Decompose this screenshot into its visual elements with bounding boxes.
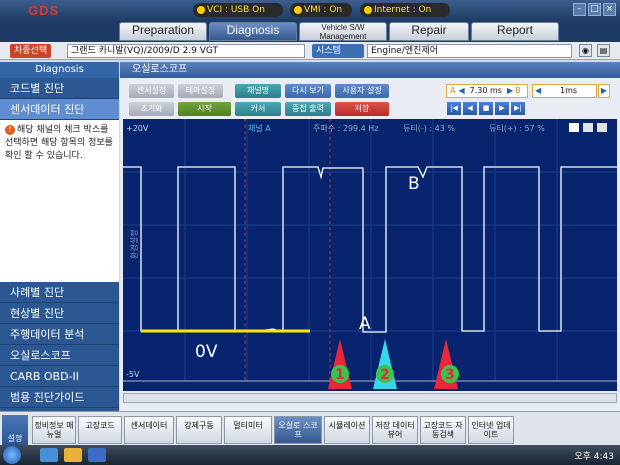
- sidebar-item-symptom[interactable]: 현상별 진단: [0, 303, 119, 324]
- title-bar: GDS VCI : USB On VMI : On Internet : On …: [0, 0, 620, 20]
- print-icon[interactable]: ▤: [597, 44, 610, 57]
- time-div-field[interactable]: ◀ 1ms: [532, 84, 597, 98]
- vmi-status: VMI : On: [290, 3, 352, 17]
- system-field[interactable]: Engine/엔진제어: [367, 44, 572, 58]
- scope-option-icon-3[interactable]: [597, 123, 607, 132]
- stop-icon[interactable]: ■: [479, 102, 493, 115]
- overlay-print-button[interactable]: 중첩 출력: [285, 102, 331, 116]
- simulation-button[interactable]: 시뮬레이션: [324, 416, 370, 444]
- duty-minus-readout: 듀티(-) : 43 %: [403, 124, 455, 133]
- scope-display[interactable]: +20V -5V 채널 A 주파수 : 299.4 Hz 듀티(-) : 43 …: [123, 119, 617, 391]
- duty-plus-readout: 듀티(+) : 57 %: [489, 124, 545, 133]
- last-frame-icon[interactable]: ▶|: [511, 102, 525, 115]
- tab-report[interactable]: Report: [471, 22, 559, 41]
- reset-button[interactable]: 초기화: [129, 102, 174, 116]
- marker-2-label: 2: [380, 367, 390, 383]
- top-voltage-label: +20V: [126, 124, 149, 133]
- y-axis-label: 환경설정: [129, 230, 139, 259]
- sidebar-info-text: 해당 채널의 체크 박스를 선택하면 해당 항목의 정보를 확인 할 수 있습니…: [5, 125, 113, 161]
- ie-icon[interactable]: [40, 448, 58, 462]
- info-icon: !: [5, 125, 15, 135]
- scope-option-icon-2[interactable]: [583, 123, 593, 132]
- cursor-button[interactable]: 커서: [235, 102, 281, 116]
- sidebar-item-oscilloscope[interactable]: 오실로스코프: [0, 345, 119, 366]
- annotation-0v: 0V: [195, 342, 218, 362]
- theme-setting-button[interactable]: 테마설정: [178, 84, 223, 98]
- main-nav: Preparation Diagnosis Vehicle S/W Manage…: [0, 20, 620, 60]
- cursor-time-field[interactable]: A ◀ 7.30 ms ▶ B: [446, 84, 528, 98]
- annotation-b: B: [408, 174, 420, 194]
- minimize-icon[interactable]: –: [573, 3, 586, 16]
- sidebar-item-sensor-data[interactable]: 센서데이터 진단: [0, 99, 119, 120]
- vehicle-field[interactable]: 그랜드 카니발(VQ)/2009/D 2.9 VGT: [67, 44, 305, 58]
- time-div-next-icon[interactable]: ▶: [598, 84, 610, 98]
- horizontal-scrollbar[interactable]: [123, 393, 617, 403]
- close-icon[interactable]: ×: [603, 3, 616, 16]
- replay-button[interactable]: 다시 보기: [285, 84, 331, 98]
- windows-taskbar: 오후 4:43: [0, 445, 620, 465]
- scope-svg: +20V -5V 채널 A 주파수 : 299.4 Hz 듀티(-) : 43 …: [123, 119, 617, 389]
- start-button[interactable]: 시작: [178, 102, 231, 116]
- vehicle-row: 차종선택 그랜드 카니발(VQ)/2009/D 2.9 VGT 시스템 Engi…: [0, 42, 620, 60]
- vci-status: VCI : USB On: [193, 3, 283, 17]
- cursor-time: 7.30 ms: [469, 86, 502, 95]
- system-button[interactable]: 시스템: [312, 44, 364, 58]
- cursor-a-arrow-icon: ◀: [458, 86, 465, 95]
- sidebar-item-code[interactable]: 코드별 진단: [0, 78, 119, 99]
- fault-auto-search-button[interactable]: 고장코드 자동검색: [420, 416, 466, 444]
- multimeter-button[interactable]: 멀티미터: [224, 416, 272, 444]
- user-setting-button[interactable]: 사용자 설정: [335, 84, 389, 98]
- fault-code-button[interactable]: 고장코드: [78, 416, 122, 444]
- saved-data-viewer-button[interactable]: 저장 데이터 뷰어: [372, 416, 418, 444]
- maintenance-manual-button[interactable]: 정비정보 매뉴얼: [32, 416, 76, 444]
- panel-title: 오실로스코프: [132, 64, 188, 75]
- marker-3-label: 3: [445, 367, 455, 383]
- sidebar: Diagnosis 코드별 진단 센서데이터 진단 ! 해당 채널의 체크 박스를…: [0, 62, 119, 411]
- first-frame-icon[interactable]: |◀: [447, 102, 461, 115]
- sensor-setting-button[interactable]: 센서설정: [129, 84, 174, 98]
- play-icon[interactable]: ▶: [495, 102, 509, 115]
- sidebar-item-carb-obd[interactable]: CARB OBD-II: [0, 366, 119, 387]
- sensor-data-button[interactable]: 센서데이터: [124, 416, 174, 444]
- oscilloscope-panel: 오실로스코프 센서설정 테마설정 채널명 다시 보기 사용자 설정 초기화 시작…: [120, 62, 620, 411]
- cursor-a-label: A: [450, 86, 456, 95]
- bottom-toolbar: 설정 정비정보 매뉴얼 고장코드 센서데이터 강제구동 멀티미터 오실로 스코프…: [0, 411, 620, 445]
- marker-1-label: 1: [335, 367, 345, 383]
- save-button[interactable]: 저장: [335, 102, 389, 116]
- vehicle-select-button[interactable]: 차종선택: [10, 44, 52, 58]
- cursor-b-label: B: [515, 86, 521, 95]
- oscilloscope-button[interactable]: 오실로 스코프: [274, 416, 322, 444]
- taskbar-clock: 오후 4:43: [574, 452, 614, 462]
- folder-icon[interactable]: [64, 448, 82, 462]
- actuation-button[interactable]: 강제구동: [176, 416, 222, 444]
- gds-logo: GDS: [28, 3, 60, 18]
- time-div-value: 1ms: [560, 86, 578, 95]
- tab-diagnosis[interactable]: Diagnosis: [209, 22, 297, 41]
- tab-preparation[interactable]: Preparation: [119, 22, 207, 41]
- internet-status: Internet : On: [360, 3, 450, 17]
- camera-icon[interactable]: ◉: [579, 44, 592, 57]
- sidebar-item-guide[interactable]: 범용 진단가이드: [0, 387, 119, 408]
- channel-label: 채널 A: [248, 123, 271, 133]
- prev-frame-icon[interactable]: ◀: [463, 102, 477, 115]
- settings-button[interactable]: 설정: [2, 415, 28, 445]
- maximize-icon[interactable]: □: [588, 3, 601, 16]
- frequency-readout: 주파수 : 299.4 Hz: [313, 124, 379, 133]
- bottom-voltage-label: -5V: [126, 370, 140, 379]
- sidebar-info: ! 해당 채널의 체크 박스를 선택하면 해당 항목의 정보를 확인 할 수 있습…: [0, 120, 119, 282]
- internet-update-button[interactable]: 인터넷 업데이트: [468, 416, 514, 444]
- tab-repair[interactable]: Repair: [389, 22, 469, 41]
- waveform-trace: [123, 166, 617, 333]
- start-icon[interactable]: [3, 446, 21, 464]
- scope-option-icon-1[interactable]: [569, 123, 579, 132]
- tab-vehicle-sw-management[interactable]: Vehicle S/W Management: [299, 22, 387, 41]
- sidebar-item-driving-data[interactable]: 주행데이터 분석: [0, 324, 119, 345]
- sidebar-header: Diagnosis: [0, 62, 119, 78]
- channel-name-button[interactable]: 채널명: [235, 84, 281, 98]
- sidebar-item-case[interactable]: 사례별 진단: [0, 282, 119, 303]
- panel-header: 오실로스코프: [120, 62, 620, 78]
- time-div-prev-icon[interactable]: ◀: [533, 85, 541, 97]
- gds-app-icon[interactable]: [88, 448, 106, 462]
- annotation-a: A: [359, 314, 371, 334]
